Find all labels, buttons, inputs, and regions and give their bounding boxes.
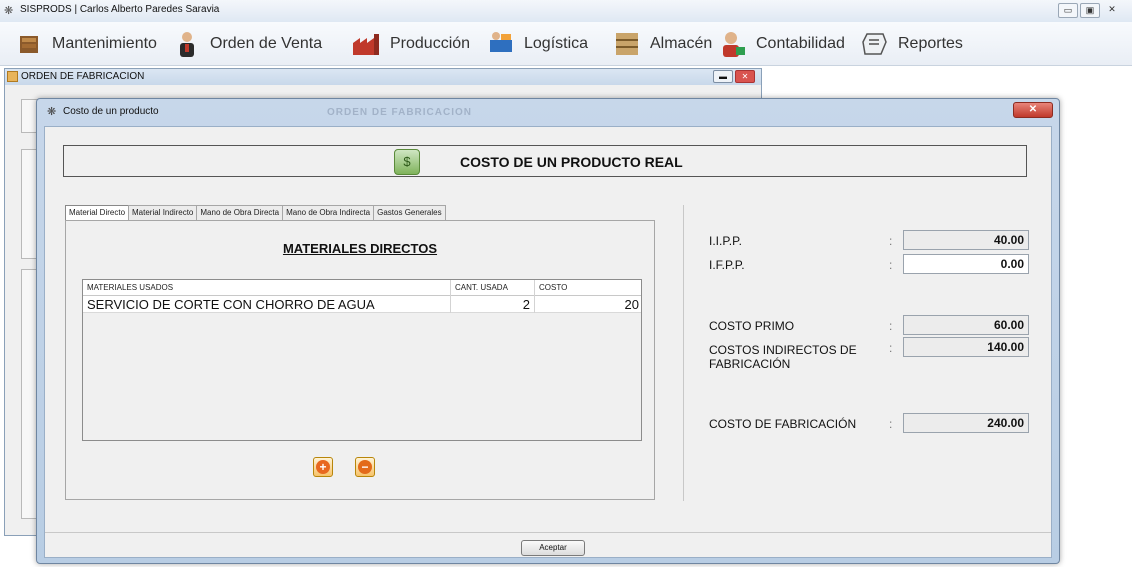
- orden-close-button[interactable]: ✕: [735, 70, 755, 83]
- iipp-label: I.I.P.P.: [709, 234, 742, 248]
- orden-minimize-button[interactable]: ▬: [713, 70, 733, 83]
- vertical-separator: [683, 205, 684, 501]
- colon: :: [889, 341, 893, 355]
- menu-orden-de-venta[interactable]: Orden de Venta: [172, 28, 322, 60]
- menu-reportes[interactable]: Reportes: [860, 28, 963, 60]
- menu-contabilidad[interactable]: Contabilidad: [718, 28, 845, 60]
- warehouse-icon: [612, 29, 642, 59]
- minimize-button[interactable]: ▭: [1058, 3, 1078, 18]
- minus-icon: −: [358, 460, 372, 474]
- orden-window-controls: ▬ ✕: [713, 70, 755, 83]
- dialog-close-button[interactable]: ✕: [1013, 102, 1053, 118]
- menu-mantenimiento[interactable]: Mantenimiento: [14, 28, 157, 60]
- salesperson-icon: [172, 29, 202, 59]
- menu-produccion[interactable]: Producción: [352, 28, 470, 60]
- ifpp-field[interactable]: 0.00: [903, 254, 1029, 274]
- app-title: SISPRODS | Carlos Alberto Paredes Saravi…: [20, 4, 220, 15]
- menu-label: Orden de Venta: [210, 35, 323, 52]
- tab-material-directo[interactable]: Material Directo: [65, 205, 130, 221]
- costo-fabricacion-field[interactable]: 240.00: [903, 413, 1029, 433]
- add-material-button[interactable]: +: [313, 457, 333, 477]
- menu-almacen[interactable]: Almacén: [612, 28, 712, 60]
- tab-gastos-generales[interactable]: Gastos Generales: [373, 205, 446, 220]
- table-header: MATERIALES USADOS CANT. USADA COSTO: [83, 280, 641, 296]
- dialog-titlebar: ❋ Costo de un producto ORDEN DE FABRICAC…: [37, 99, 1059, 125]
- table-row[interactable]: SERVICIO DE CORTE CON CHORRO DE AGUA 2 2…: [83, 296, 641, 313]
- factory-icon: [352, 29, 382, 59]
- column-header-costo[interactable]: COSTO: [535, 280, 643, 296]
- menu-label: Mantenimiento: [52, 35, 157, 52]
- app-icon: ❋: [47, 106, 57, 118]
- colon: :: [889, 234, 893, 248]
- desktop: ❋ SISPRODS | Carlos Alberto Paredes Sara…: [0, 0, 1132, 567]
- menu-label: Reportes: [898, 35, 963, 52]
- costo-producto-dialog: ❋ Costo de un producto ORDEN DE FABRICAC…: [36, 98, 1060, 564]
- costo-primo-field[interactable]: 60.00: [903, 315, 1029, 335]
- cost-report-icon: $: [394, 149, 420, 175]
- column-header-cantidad[interactable]: CANT. USADA: [451, 280, 535, 296]
- reports-icon: [860, 29, 890, 59]
- logistics-icon: [486, 29, 516, 59]
- tab-bar: Material Directo Material Indirecto Mano…: [65, 205, 446, 221]
- tab-mano-obra-indirecta[interactable]: Mano de Obra Indirecta: [282, 205, 375, 220]
- main-menu-bar: Mantenimiento Orden de Venta Producción …: [0, 22, 1132, 66]
- cif-label: COSTOS INDIRECTOS DE FABRICACIÓN: [709, 343, 857, 371]
- tab-mano-obra-directa[interactable]: Mano de Obra Directa: [196, 205, 284, 220]
- books-icon: [14, 29, 44, 59]
- ifpp-label: I.F.P.P.: [709, 258, 745, 272]
- costo-fabricacion-label: COSTO DE FABRICACIÓN: [709, 417, 857, 431]
- menu-label: Contabilidad: [756, 35, 845, 52]
- header-title: COSTO DE UN PRODUCTO REAL: [460, 154, 683, 170]
- remove-material-button[interactable]: −: [355, 457, 375, 477]
- dialog-body: $ COSTO DE UN PRODUCTO REAL Material Dir…: [44, 126, 1052, 558]
- orden-fabricacion-title: ORDEN DE FABRICACION: [21, 71, 145, 82]
- iipp-field[interactable]: 40.00: [903, 230, 1029, 250]
- accountant-icon: [718, 29, 748, 59]
- cell-material[interactable]: SERVICIO DE CORTE CON CHORRO DE AGUA: [83, 296, 451, 313]
- window-controls: ▭ ▣ ✕: [1058, 3, 1122, 18]
- tab-material-indirecto[interactable]: Material Indirecto: [128, 205, 198, 220]
- orden-fabricacion-titlebar: ORDEN DE FABRICACION ▬ ✕: [5, 69, 761, 85]
- panel-title: MATERIALES DIRECTOS: [282, 241, 438, 256]
- window-icon: [7, 71, 18, 82]
- materiales-directos-panel: MATERIALES DIRECTOS MATERIALES USADOS CA…: [65, 220, 655, 500]
- menu-label: Producción: [390, 35, 471, 52]
- materiales-table: MATERIALES USADOS CANT. USADA COSTO SERV…: [82, 279, 642, 441]
- menu-label: Almacén: [650, 35, 713, 52]
- header-panel: $ COSTO DE UN PRODUCTO REAL: [63, 145, 1027, 177]
- cif-field[interactable]: 140.00: [903, 337, 1029, 357]
- maximize-button[interactable]: ▣: [1080, 3, 1100, 18]
- menu-label: Logística: [524, 35, 589, 52]
- footer-divider: [45, 532, 1051, 533]
- dialog-title: Costo de un producto: [63, 106, 159, 117]
- colon: :: [889, 417, 893, 431]
- cell-costo[interactable]: 20: [535, 296, 643, 313]
- behind-window-title: ORDEN DE FABRICACION: [327, 107, 473, 118]
- aceptar-button[interactable]: Aceptar: [521, 540, 585, 556]
- plus-icon: +: [316, 460, 330, 474]
- colon: :: [889, 319, 893, 333]
- app-icon: ❋: [4, 5, 14, 17]
- colon: :: [889, 258, 893, 272]
- close-button[interactable]: ✕: [1102, 3, 1122, 18]
- app-title-bar: ❋ SISPRODS | Carlos Alberto Paredes Sara…: [0, 0, 1132, 22]
- menu-logistica[interactable]: Logística: [486, 28, 588, 60]
- column-header-materiales[interactable]: MATERIALES USADOS: [83, 280, 451, 296]
- costo-primo-label: COSTO PRIMO: [709, 319, 795, 333]
- cell-cantidad[interactable]: 2: [451, 296, 535, 313]
